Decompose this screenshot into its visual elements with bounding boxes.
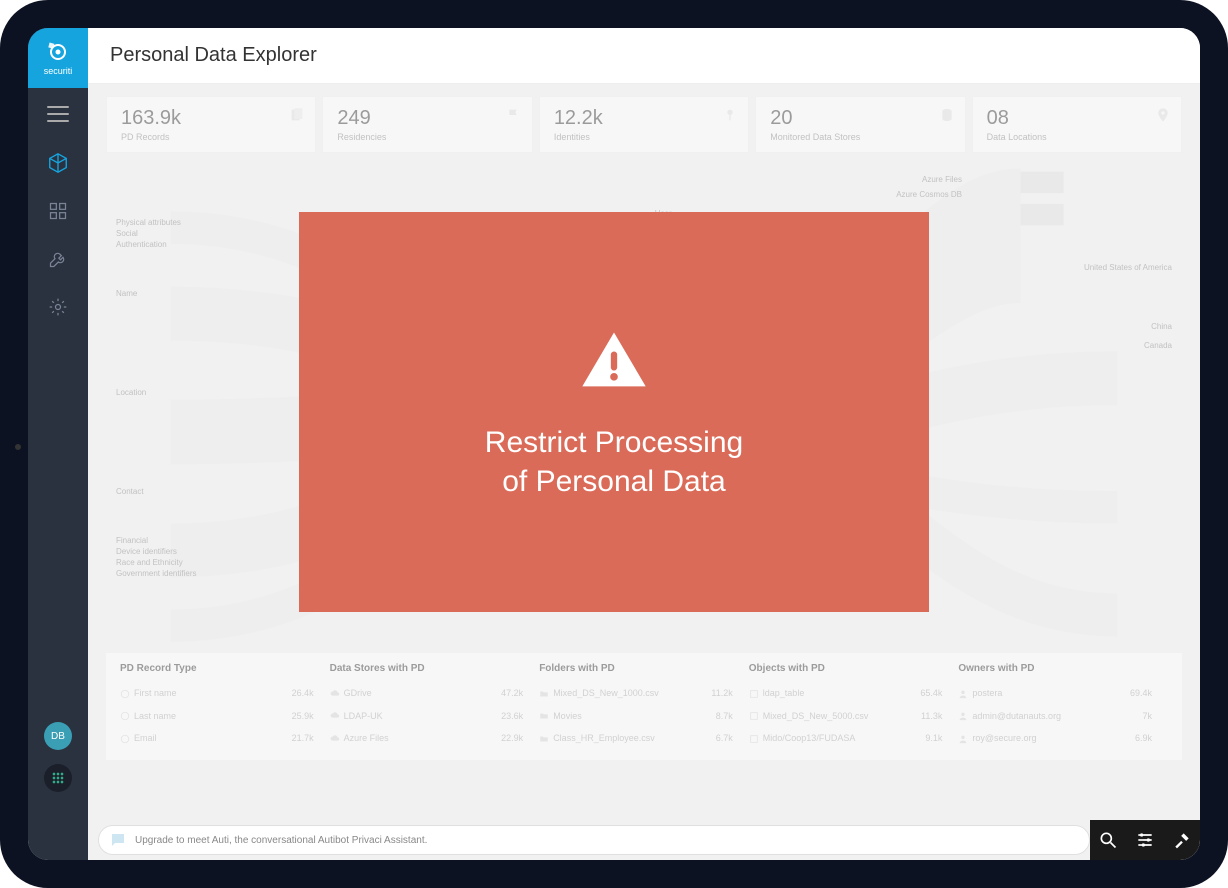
cloud-icon	[330, 734, 340, 744]
cloud-icon	[330, 711, 340, 721]
folder-icon	[539, 711, 549, 721]
stat-value: 08	[987, 107, 1167, 130]
record-icon	[120, 711, 130, 721]
modal-title: Restrict Processing of Personal Data	[485, 423, 743, 501]
stat-card-records[interactable]: 163.9k PD Records	[106, 96, 316, 153]
user-icon	[958, 734, 968, 744]
stat-card-identities[interactable]: 12.2k Identities	[539, 96, 749, 153]
search-icon[interactable]	[1098, 830, 1118, 850]
stat-card-residencies[interactable]: 249 Residencies	[322, 96, 532, 153]
location-pin-icon	[1155, 107, 1171, 123]
flag-icon	[506, 107, 522, 123]
folder-icon	[539, 734, 549, 744]
cloud-icon	[330, 689, 340, 699]
stat-label: Data Locations	[987, 132, 1167, 142]
avatar[interactable]: DB	[44, 722, 72, 750]
object-icon	[749, 711, 759, 721]
table-row[interactable]: Last name25.9k LDAP-UK23.6k Movies8.7k M…	[120, 705, 1168, 728]
chat-bubble-icon	[109, 831, 127, 849]
stat-label: PD Records	[121, 132, 301, 142]
stat-label: Identities	[554, 132, 734, 142]
sliders-icon[interactable]	[1135, 830, 1155, 850]
nav-icons	[45, 150, 71, 320]
stat-card-stores[interactable]: 20 Monitored Data Stores	[755, 96, 965, 153]
hammer-icon[interactable]	[1172, 830, 1192, 850]
record-icon	[120, 689, 130, 699]
stat-cards-row: 163.9k PD Records 249 Residencies 12.2k …	[106, 96, 1182, 153]
nav-dashboard-icon[interactable]	[45, 198, 71, 224]
stat-label: Residencies	[337, 132, 517, 142]
page-title: Personal Data Explorer	[110, 44, 317, 67]
records-icon	[289, 107, 305, 123]
chat-input-bar[interactable]: Upgrade to meet Auti, the conversational…	[98, 825, 1090, 855]
table-row[interactable]: Email21.7k Azure Files22.9k Class_HR_Emp…	[120, 727, 1168, 750]
brand-logo[interactable]: securiti	[28, 28, 88, 88]
nav-cube-icon[interactable]	[45, 150, 71, 176]
footer-tools	[1090, 820, 1200, 860]
folder-icon	[539, 689, 549, 699]
stat-value: 249	[337, 107, 517, 130]
identity-icon	[722, 107, 738, 123]
sankey-target-labels-bottom: United States of America China Canada	[1084, 263, 1172, 356]
sidebar-bottom: DB	[44, 722, 72, 792]
tablet-camera-dot	[15, 444, 21, 450]
record-icon	[120, 734, 130, 744]
stat-label: Monitored Data Stores	[770, 132, 950, 142]
sankey-target-labels-top: Azure Files Azure Cosmos DB	[896, 175, 962, 205]
warning-triangle-icon	[576, 323, 652, 399]
stat-card-locations[interactable]: 08 Data Locations	[972, 96, 1182, 153]
menu-toggle[interactable]	[47, 106, 69, 122]
restrict-processing-modal: Restrict Processing of Personal Data	[299, 212, 929, 612]
apps-grid-button[interactable]	[44, 764, 72, 792]
object-icon	[749, 689, 759, 699]
stat-value: 163.9k	[121, 107, 301, 130]
user-icon	[958, 689, 968, 699]
header: Personal Data Explorer	[88, 28, 1200, 84]
database-icon	[939, 107, 955, 123]
stat-value: 12.2k	[554, 107, 734, 130]
nav-gear-icon[interactable]	[45, 294, 71, 320]
user-icon	[958, 711, 968, 721]
footer-bar: Upgrade to meet Auti, the conversational…	[88, 820, 1200, 860]
nav-wrench-icon[interactable]	[45, 246, 71, 272]
sankey-source-labels: Physical attributes Social Authenticatio…	[116, 218, 196, 580]
chat-hint: Upgrade to meet Auti, the conversational…	[135, 835, 427, 846]
table-row[interactable]: First name26.4k GDrive47.2k Mixed_DS_New…	[120, 682, 1168, 705]
tablet-frame: securiti DB	[0, 0, 1228, 888]
screen: securiti DB	[28, 28, 1200, 860]
object-icon	[749, 734, 759, 744]
sidebar: securiti DB	[28, 28, 88, 860]
brand-name: securiti	[44, 66, 73, 76]
logo-icon	[46, 40, 70, 64]
stat-value: 20	[770, 107, 950, 130]
